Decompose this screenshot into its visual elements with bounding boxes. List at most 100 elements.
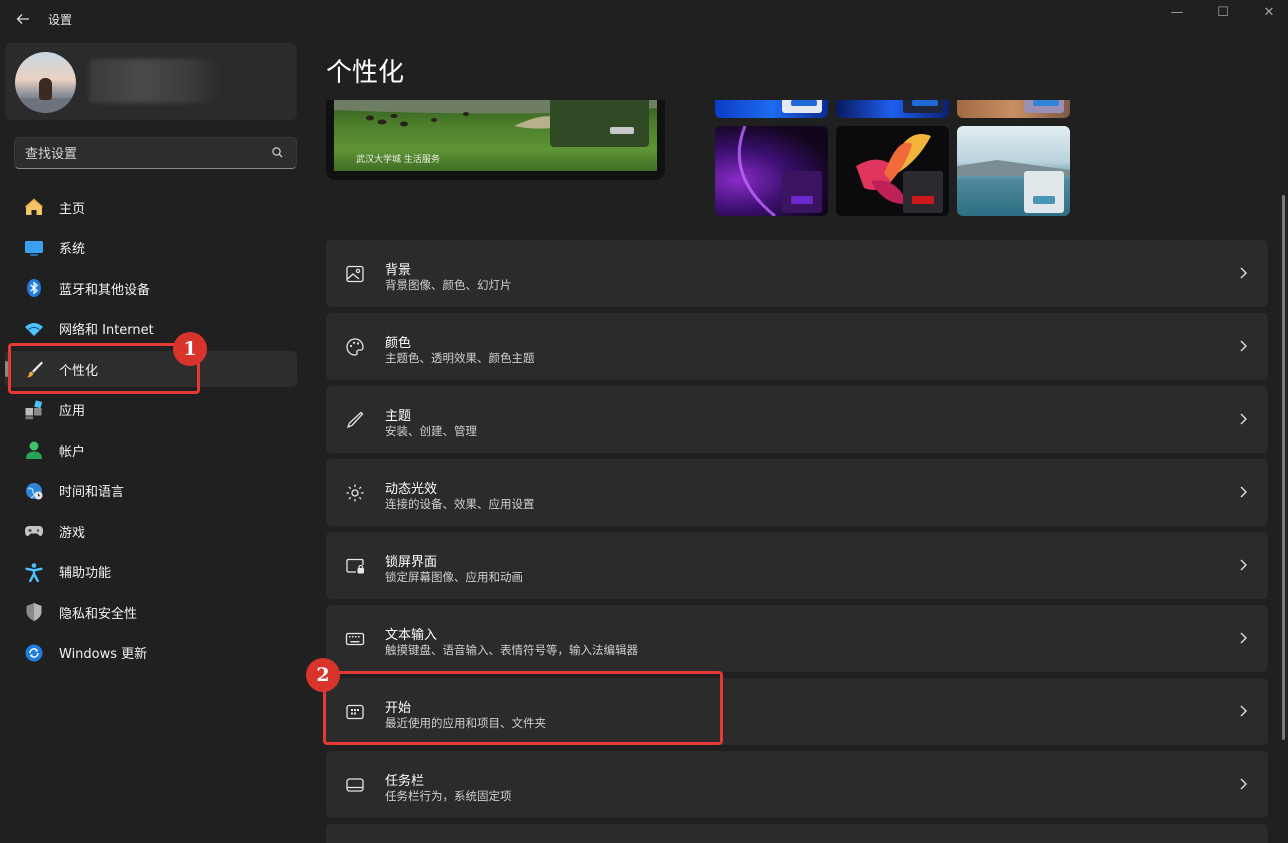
- setting-dynamic-lighting[interactable]: 动态光效 连接的设备、效果、应用设置: [326, 459, 1268, 526]
- page-title: 个性化: [326, 58, 405, 88]
- system-icon: [23, 237, 45, 259]
- minimize-button[interactable]: —: [1154, 2, 1200, 22]
- preview-window: [550, 100, 649, 147]
- gamepad-icon: [23, 520, 45, 542]
- setting-subtitle: 连接的设备、效果、应用设置: [385, 497, 535, 511]
- setting-title: 文本输入: [385, 628, 438, 643]
- sidebar-item-label: 帐户: [59, 444, 86, 460]
- chevron-right-icon: [1236, 483, 1250, 501]
- taskbar-icon: [344, 774, 366, 796]
- apps-icon: [23, 399, 45, 421]
- setting-title: 任务栏: [385, 774, 425, 789]
- annotation-badge-2: 2: [306, 658, 340, 692]
- sidebar-item-label: 隐私和安全性: [59, 606, 138, 622]
- setting-subtitle: 背景图像、颜色、幻灯片: [385, 278, 512, 292]
- setting-title: 背景: [385, 263, 412, 278]
- setting-subtitle: 锁定屏幕图像、应用和动画: [385, 570, 523, 584]
- highlight-box-start: [323, 671, 723, 745]
- palette-icon: [344, 336, 366, 358]
- sidebar-item-label: 蓝牙和其他设备: [59, 282, 151, 298]
- close-icon: ✕: [1263, 4, 1275, 20]
- scrollbar[interactable]: [1282, 195, 1285, 740]
- avatar-sea: [15, 98, 76, 113]
- desktop-preview: 武汉大学城 生活服务: [326, 100, 665, 180]
- theme-thumbnail-flow[interactable]: [957, 100, 1070, 118]
- annotation-badge-1: 1: [173, 332, 207, 366]
- setting-title: 动态光效: [385, 482, 438, 497]
- sidebar-nav: 主页 系统 蓝牙和其他设备 网络和 Internet 个性化 应用 帐户 时间和…: [5, 189, 297, 675]
- chevron-right-icon: [1236, 337, 1250, 355]
- sidebar-item-accounts[interactable]: 帐户: [5, 432, 297, 468]
- wallpaper-signature: 武汉大学城 生活服务: [356, 155, 440, 165]
- keyboard-icon: [344, 628, 366, 650]
- dynamic-lighting-icon: [344, 482, 366, 504]
- settings-list: 背景 背景图像、颜色、幻灯片 颜色 主题色、透明效果、颜色主题 主题 安装、创建…: [326, 240, 1268, 843]
- setting-title: 颜色: [385, 336, 412, 351]
- app-title: 设置: [48, 13, 73, 27]
- theme-thumbnail-captured-motion[interactable]: [836, 126, 949, 216]
- theme-thumbnail-bloom-light[interactable]: [715, 100, 828, 118]
- setting-background[interactable]: 背景 背景图像、颜色、幻灯片: [326, 240, 1268, 307]
- search-box[interactable]: [14, 137, 297, 169]
- chevron-right-icon: [1236, 410, 1250, 428]
- chevron-right-icon: [1236, 702, 1250, 720]
- minimize-icon: —: [1170, 4, 1184, 20]
- highlight-box-personalization: [8, 343, 200, 394]
- setting-subtitle: 任务栏行为，系统固定项: [385, 789, 512, 803]
- image-icon: [344, 263, 366, 285]
- sidebar-item-bluetooth[interactable]: 蓝牙和其他设备: [5, 270, 297, 306]
- sidebar-item-time-language[interactable]: 时间和语言: [5, 473, 297, 509]
- sidebar-item-windows-update[interactable]: Windows 更新: [5, 635, 297, 671]
- setting-row-partial[interactable]: [326, 824, 1268, 843]
- setting-text-input[interactable]: 文本输入 触摸键盘、语音输入、表情符号等，输入法编辑器: [326, 605, 1268, 672]
- setting-title: 主题: [385, 409, 412, 424]
- sidebar-item-label: 系统: [59, 242, 86, 257]
- sidebar-item-label: 网络和 Internet: [59, 323, 154, 338]
- sidebar-item-accessibility[interactable]: 辅助功能: [5, 554, 297, 590]
- theme-thumbnail-glow[interactable]: [715, 126, 828, 216]
- setting-subtitle: 主题色、透明效果、颜色主题: [385, 351, 535, 365]
- profile-card[interactable]: [5, 43, 297, 120]
- shield-icon: [23, 601, 45, 623]
- maximize-icon: ☐: [1217, 4, 1229, 20]
- setting-subtitle: 安装、创建、管理: [385, 424, 477, 438]
- close-button[interactable]: ✕: [1246, 2, 1288, 22]
- back-button[interactable]: [12, 8, 34, 30]
- setting-taskbar[interactable]: 任务栏 任务栏行为，系统固定项: [326, 751, 1268, 818]
- maximize-button[interactable]: ☐: [1200, 2, 1246, 22]
- profile-name-blurred: [89, 59, 219, 103]
- sidebar-item-apps[interactable]: 应用: [5, 392, 297, 428]
- chevron-right-icon: [1236, 629, 1250, 647]
- sidebar-item-privacy[interactable]: 隐私和安全性: [5, 594, 297, 630]
- sidebar-item-label: 辅助功能: [59, 566, 112, 581]
- search-input[interactable]: [25, 144, 255, 164]
- pen-icon: [344, 409, 366, 431]
- theme-thumbnail-sunrise[interactable]: [957, 126, 1070, 216]
- accessibility-icon: [23, 561, 45, 583]
- chevron-right-icon: [1236, 775, 1250, 793]
- sidebar-item-home[interactable]: 主页: [5, 189, 297, 225]
- search-icon[interactable]: [270, 145, 286, 161]
- setting-subtitle: 触摸键盘、语音输入、表情符号等，输入法编辑器: [385, 643, 638, 657]
- sidebar-item-label: Windows 更新: [59, 647, 148, 662]
- sidebar-item-network[interactable]: 网络和 Internet: [5, 311, 297, 347]
- theme-thumbnail-bloom-dark[interactable]: [836, 100, 949, 118]
- sidebar-item-system[interactable]: 系统: [5, 230, 297, 266]
- account-icon: [23, 439, 45, 461]
- sidebar-item-label: 主页: [59, 201, 86, 217]
- sidebar-item-label: 应用: [59, 404, 86, 419]
- setting-themes[interactable]: 主题 安装、创建、管理: [326, 386, 1268, 453]
- setting-lock-screen[interactable]: 锁屏界面 锁定屏幕图像、应用和动画: [326, 532, 1268, 599]
- globe-clock-icon: [23, 480, 45, 502]
- sidebar-item-gaming[interactable]: 游戏: [5, 513, 297, 549]
- setting-colors[interactable]: 颜色 主题色、透明效果、颜色主题: [326, 313, 1268, 380]
- lock-screen-icon: [344, 555, 366, 577]
- title-bar: 设置 — ☐ ✕: [0, 0, 1288, 38]
- wifi-icon: [23, 318, 45, 340]
- home-icon: [23, 196, 45, 218]
- update-icon: [23, 642, 45, 664]
- setting-title: 锁屏界面: [385, 555, 438, 570]
- sidebar-item-label: 时间和语言: [59, 485, 125, 500]
- sidebar-item-label: 游戏: [59, 525, 86, 541]
- avatar[interactable]: [15, 52, 76, 113]
